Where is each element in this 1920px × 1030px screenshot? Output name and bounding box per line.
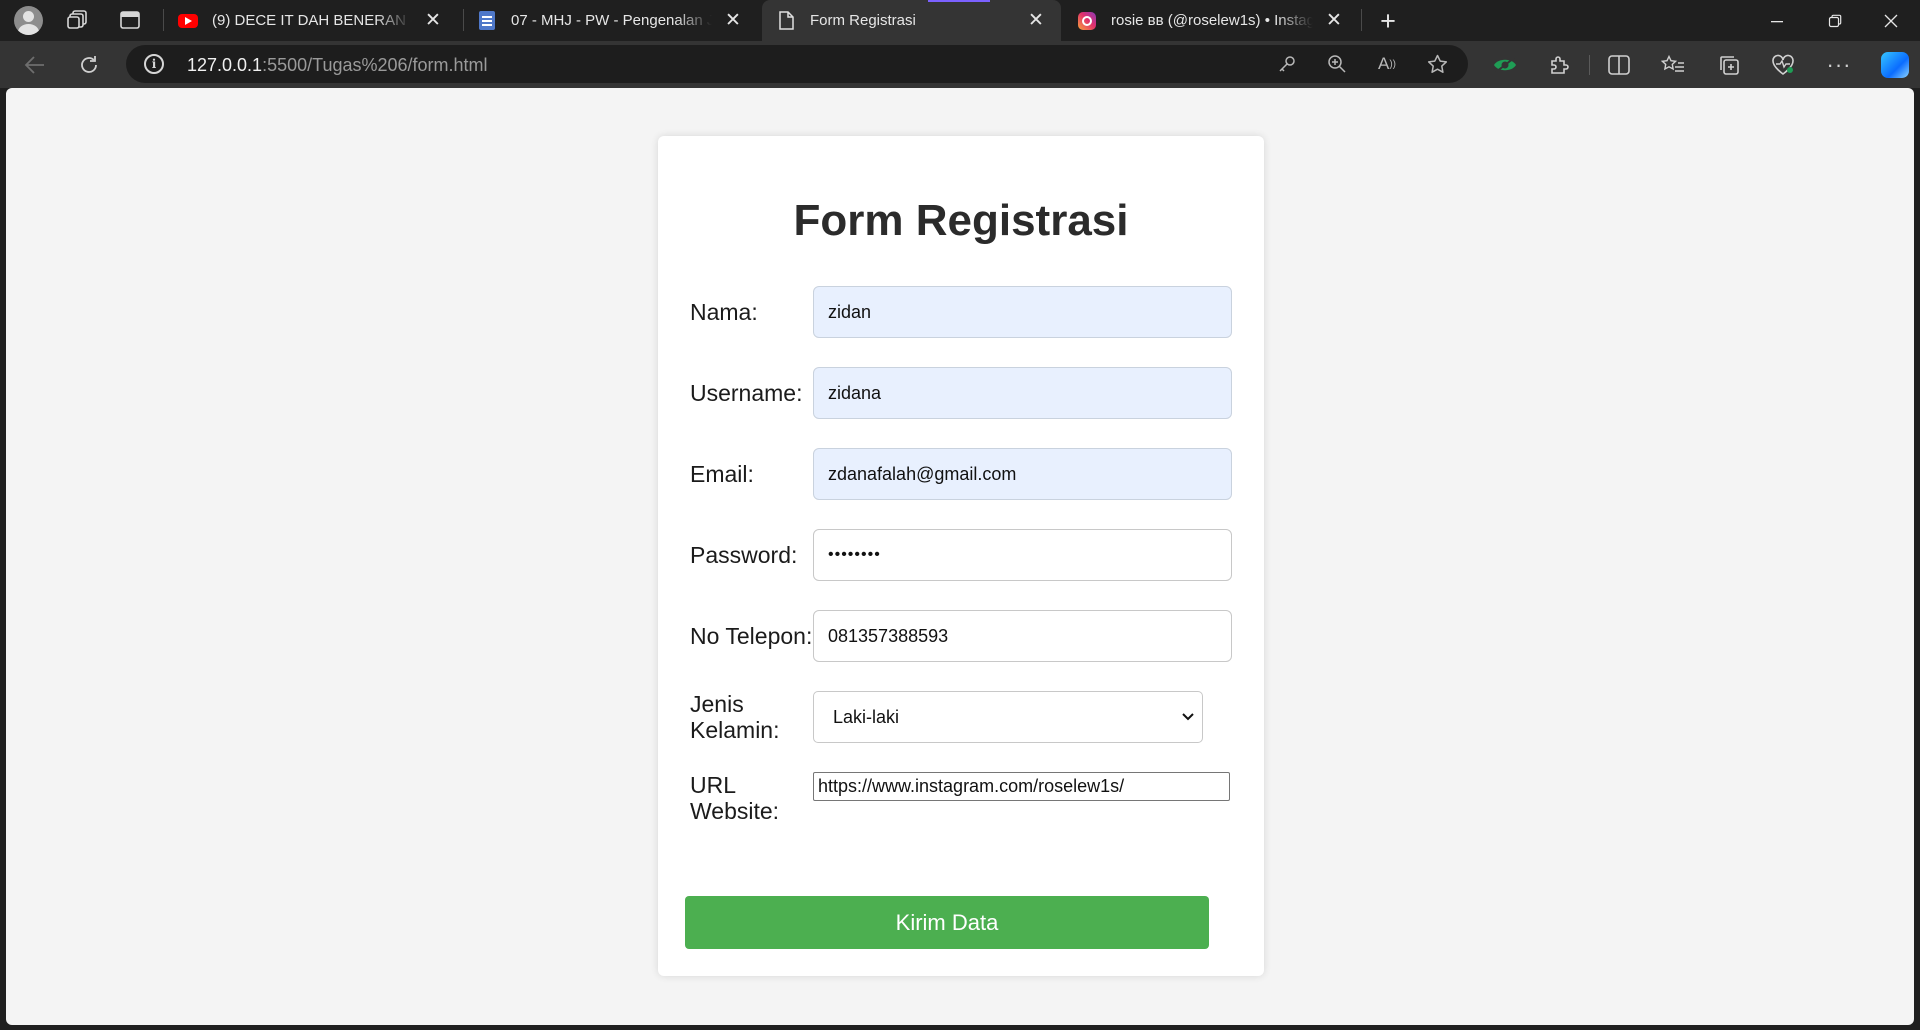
url-website-label: URL Website: <box>690 772 779 824</box>
heartbeat-icon <box>1772 54 1794 75</box>
jenis-kelamin-label-line1: Jenis <box>690 691 744 717</box>
workspaces-icon <box>67 10 87 29</box>
form-title: Form Registrasi <box>793 196 1129 245</box>
document-icon <box>477 11 497 31</box>
tab-instagram[interactable]: rosie вв (@roselew1s) • Instagram ✕ <box>1063 0 1359 41</box>
vertical-tabs-button[interactable] <box>110 5 150 35</box>
tab-actions-icon <box>120 11 140 29</box>
tab-title: Form Registrasi <box>810 12 916 29</box>
workspaces-button[interactable] <box>58 5 98 35</box>
url-website-input[interactable]: https://www.instagram.com/roselew1s/ <box>813 772 1230 801</box>
back-arrow-icon <box>24 56 44 74</box>
copilot-icon <box>1881 52 1909 78</box>
toolbar-separator <box>1589 55 1590 75</box>
copilot-button[interactable] <box>1876 46 1914 84</box>
youtube-icon <box>178 11 198 31</box>
tab-strip: (9) DECE IT DAH BENERAN - You ✕ 07 - MHJ… <box>0 0 1920 41</box>
page-viewport: Form Registrasi Nama: zidan Username: zi… <box>6 88 1914 1025</box>
email-input[interactable]: zdanafalah@gmail.com <box>813 448 1232 500</box>
eye-shield-icon <box>1494 57 1516 73</box>
close-tab-icon[interactable]: ✕ <box>1025 9 1047 32</box>
split-screen-button[interactable] <box>1600 46 1638 84</box>
chevron-down-icon <box>1182 713 1194 721</box>
telepon-input[interactable]: 081357388593 <box>813 610 1232 662</box>
jenis-kelamin-select[interactable]: Laki-laki <box>813 691 1203 743</box>
favorite-star-icon[interactable] <box>1422 50 1452 78</box>
url-website-label-line1: URL <box>690 772 737 798</box>
minimize-icon <box>1771 20 1783 22</box>
username-label: Username: <box>690 380 803 406</box>
nama-input[interactable]: zidan <box>813 286 1232 338</box>
refresh-icon <box>81 56 97 73</box>
refresh-button[interactable] <box>70 46 108 84</box>
url-host: 127.0.0.1 <box>187 55 263 75</box>
plus-icon: + <box>1380 5 1396 36</box>
minimize-button[interactable] <box>1748 0 1806 41</box>
url-path: :5500/Tugas%206/form.html <box>262 55 488 75</box>
kirim-data-button[interactable]: Kirim Data <box>685 896 1209 949</box>
avatar-icon <box>13 5 43 35</box>
close-tab-icon[interactable]: ✕ <box>1323 9 1345 32</box>
zoom-icon[interactable] <box>1322 50 1352 78</box>
back-button[interactable] <box>16 46 54 84</box>
close-icon <box>1884 14 1898 27</box>
browser-health-button[interactable] <box>1764 46 1802 84</box>
site-info-icon[interactable]: i <box>144 54 164 74</box>
password-input[interactable]: •••••••• <box>813 529 1232 581</box>
username-input[interactable]: zidana <box>813 367 1232 419</box>
close-tab-icon[interactable]: ✕ <box>422 9 444 32</box>
extensions-button[interactable] <box>1540 46 1578 84</box>
collections-icon <box>1720 56 1739 75</box>
close-window-button[interactable] <box>1862 0 1920 41</box>
tab-title: 07 - MHJ - PW - Pengenalan Java <box>511 12 712 29</box>
restore-button[interactable] <box>1806 0 1864 41</box>
page-icon <box>776 11 796 31</box>
registration-form-card: Form Registrasi Nama: zidan Username: zi… <box>658 136 1264 976</box>
close-tab-icon[interactable]: ✕ <box>722 9 744 32</box>
nama-label: Nama: <box>690 299 758 325</box>
favorites-list-icon <box>1661 55 1684 72</box>
password-label: Password: <box>690 542 798 568</box>
email-label: Email: <box>690 461 754 487</box>
read-aloud-icon[interactable]: A)) <box>1372 50 1402 78</box>
instagram-icon <box>1077 11 1097 31</box>
settings-menu-button[interactable]: ··· <box>1820 46 1858 84</box>
jenis-kelamin-selected: Laki-laki <box>833 706 900 727</box>
new-tab-button[interactable]: + <box>1370 3 1406 39</box>
browser-toolbar: i 127.0.0.1:5500/Tugas%206/form.html A))… <box>0 41 1920 88</box>
tab-youtube[interactable]: (9) DECE IT DAH BENERAN - You ✕ <box>164 0 458 41</box>
jenis-kelamin-label: Jenis Kelamin: <box>690 691 779 743</box>
telepon-label: No Telepon: <box>690 623 813 649</box>
url-text[interactable]: 127.0.0.1:5500/Tugas%206/form.html <box>187 55 488 76</box>
tab-form-registrasi[interactable]: Form Registrasi ✕ <box>762 0 1061 41</box>
restore-icon <box>1828 14 1842 27</box>
profile-button[interactable] <box>8 5 48 35</box>
collections-button[interactable] <box>1710 46 1748 84</box>
more-options-icon: ··· <box>1826 52 1852 77</box>
browser-essentials-button[interactable] <box>1486 46 1524 84</box>
favorites-button[interactable] <box>1654 46 1692 84</box>
password-key-icon[interactable] <box>1272 50 1302 78</box>
tab-separator <box>1361 9 1362 31</box>
puzzle-icon <box>1551 56 1569 74</box>
tab-java[interactable]: 07 - MHJ - PW - Pengenalan Java ✕ <box>463 0 758 41</box>
address-bar[interactable]: i 127.0.0.1:5500/Tugas%206/form.html A)) <box>126 45 1468 83</box>
active-tab-indicator <box>928 0 990 2</box>
split-screen-icon <box>1608 55 1630 75</box>
url-website-label-line2: Website: <box>690 798 780 824</box>
tab-title: (9) DECE IT DAH BENERAN - You <box>212 12 412 29</box>
jenis-kelamin-label-line2: Kelamin: <box>690 717 780 743</box>
tab-title: rosie вв (@roselew1s) • Instagram <box>1111 12 1313 29</box>
